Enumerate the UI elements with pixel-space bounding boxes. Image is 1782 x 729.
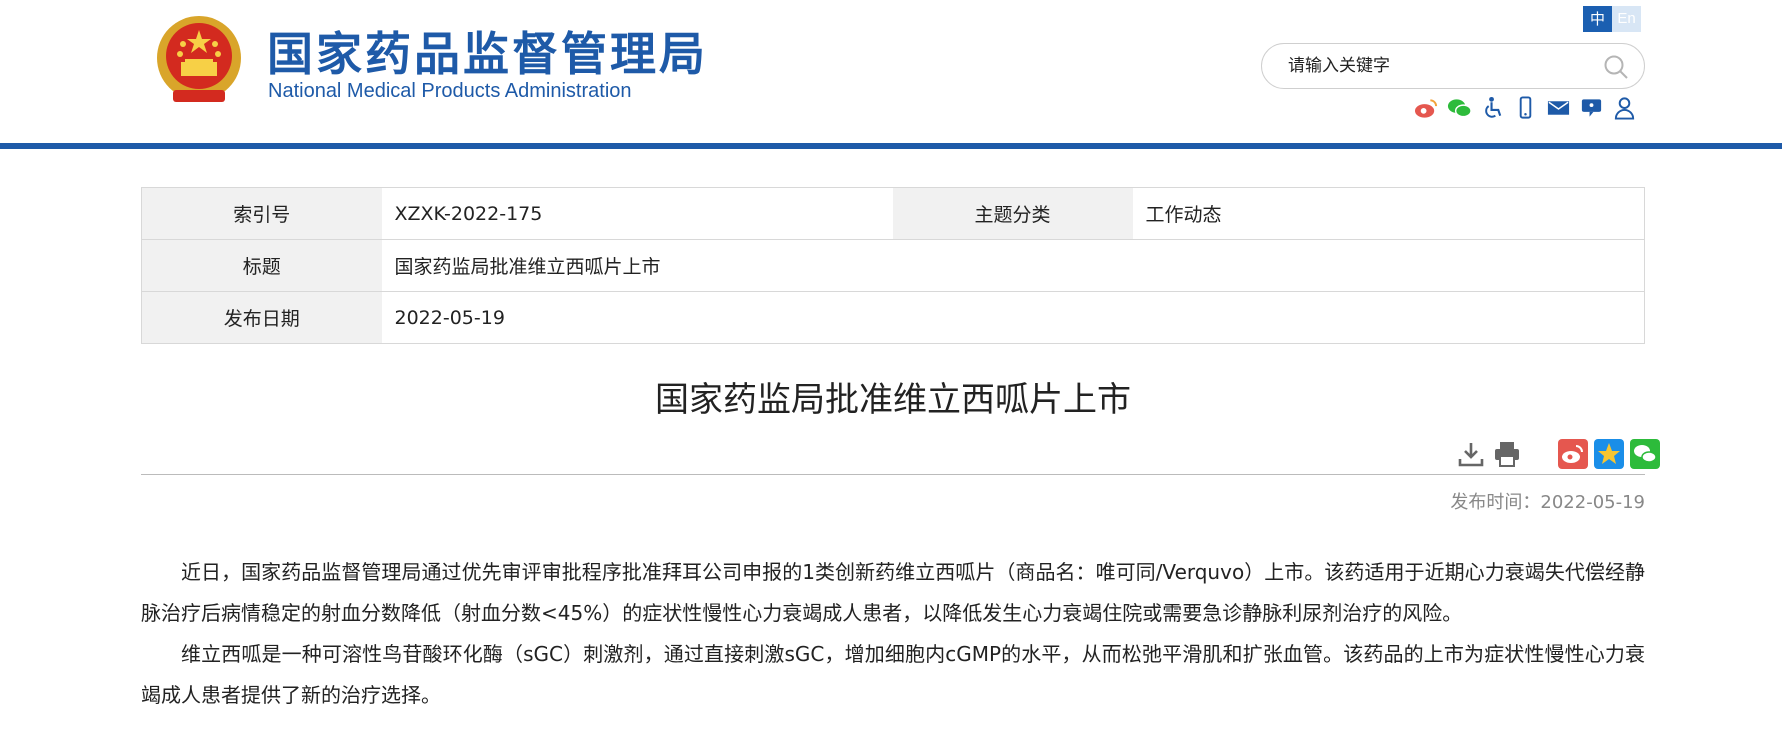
index-value: XZXK-2022-175 — [381, 187, 893, 240]
mobile-icon[interactable] — [1513, 95, 1538, 121]
national-emblem-icon[interactable] — [155, 14, 243, 106]
index-label: 索引号 — [141, 187, 382, 240]
title-label: 标题 — [141, 239, 382, 292]
article-meta-table: 索引号 XZXK-2022-175 主题分类 工作动态 标题 国家药监局批准维立… — [141, 187, 1645, 344]
search-icon[interactable] — [1602, 53, 1630, 81]
header-divider — [0, 143, 1782, 149]
lang-zh-button[interactable]: 中 — [1583, 6, 1612, 32]
wechat-icon[interactable] — [1447, 95, 1472, 121]
title-divider — [141, 474, 1645, 475]
search-box — [1261, 43, 1645, 89]
tools-spacer — [1528, 439, 1558, 469]
language-switch: 中 En — [1583, 6, 1641, 32]
meta-row: 发布日期 2022-05-19 — [141, 291, 1645, 344]
mail-icon[interactable] — [1546, 95, 1571, 121]
accessibility-icon[interactable] — [1480, 95, 1505, 121]
meta-row: 标题 国家药监局批准维立西呱片上市 — [141, 239, 1645, 292]
meta-row: 索引号 XZXK-2022-175 主题分类 工作动态 — [141, 187, 1645, 240]
header-icon-bar — [1414, 95, 1637, 121]
publish-time: 发布时间：2022-05-19 — [1450, 492, 1645, 513]
date-label: 发布日期 — [141, 291, 382, 344]
article-title: 国家药监局批准维立西呱片上市 — [655, 380, 1131, 420]
search-input[interactable] — [1288, 52, 1588, 80]
article-body: 近日，国家药品监督管理局通过优先审评审批程序批准拜耳公司申报的1类创新药维立西呱… — [141, 552, 1645, 716]
title-value: 国家药监局批准维立西呱片上市 — [381, 239, 1645, 292]
share-weibo-icon[interactable] — [1558, 439, 1588, 469]
paragraph: 近日，国家药品监督管理局通过优先审评审批程序批准拜耳公司申报的1类创新药维立西呱… — [141, 560, 1645, 625]
lang-en-button[interactable]: En — [1612, 6, 1641, 32]
article-tools — [1456, 439, 1666, 469]
topic-value: 工作动态 — [1132, 187, 1645, 240]
site-logo-cn[interactable]: 国家药品监督管理局 — [267, 18, 708, 84]
share-wechat-icon[interactable] — [1630, 439, 1660, 469]
site-header: 国家药品监督管理局 National Medical Products Admi… — [0, 0, 1782, 143]
paragraph: 维立西呱是一种可溶性鸟苷酸环化酶（sGC）刺激剂，通过直接刺激sGC，增加细胞内… — [141, 642, 1645, 707]
user-icon[interactable] — [1612, 95, 1637, 121]
print-icon[interactable] — [1492, 439, 1522, 469]
topic-label: 主题分类 — [892, 187, 1133, 240]
feedback-icon[interactable] — [1579, 95, 1604, 121]
date-value: 2022-05-19 — [381, 291, 1645, 344]
site-logo-en[interactable]: National Medical Products Administration — [268, 80, 632, 103]
share-qzone-icon[interactable] — [1594, 439, 1624, 469]
download-icon[interactable] — [1456, 439, 1486, 469]
weibo-icon[interactable] — [1414, 95, 1439, 121]
